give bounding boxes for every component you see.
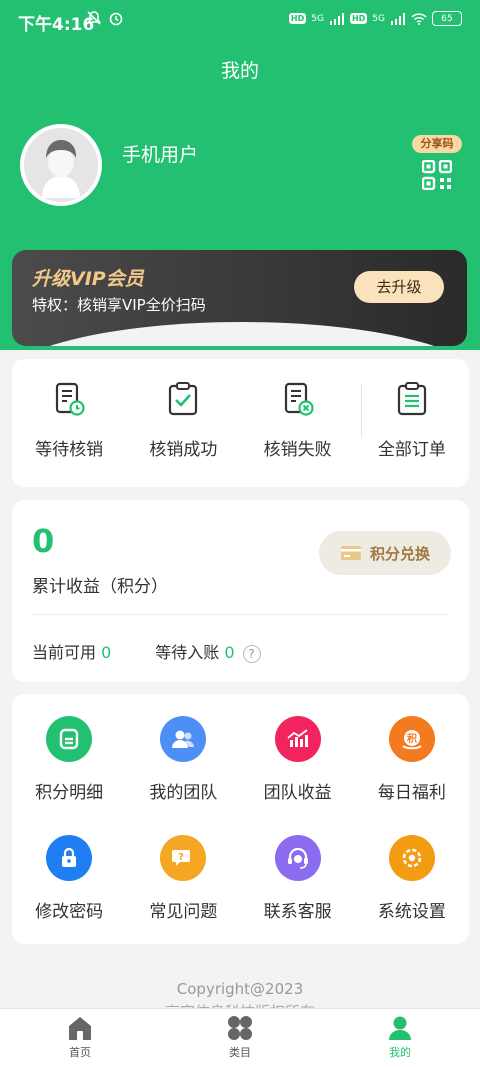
points-exchange-button[interactable]: 积分兑换: [319, 531, 451, 575]
order-all[interactable]: 全部订单: [355, 359, 469, 487]
network-label-2: 5G: [372, 13, 385, 24]
hd-badge-2: HD: [349, 13, 368, 24]
points-card: 0 累计收益（积分） 积分兑换 当前可用 0 等待入账 0?: [12, 500, 469, 682]
svg-text:积: 积: [407, 732, 417, 745]
menu-daily-bonus[interactable]: 积 每日福利: [355, 716, 469, 803]
menu-label: 每日福利: [377, 783, 446, 803]
lock-icon: [46, 835, 93, 881]
svg-text:?: ?: [178, 852, 184, 863]
user-icon: [389, 1016, 411, 1040]
team-income-icon: [274, 716, 321, 762]
verify-success-icon: [169, 382, 198, 416]
verify-failed-icon: [284, 382, 314, 416]
menu-team-income[interactable]: 团队收益: [241, 716, 355, 803]
network-label: 5G: [311, 13, 324, 24]
points-divider: [32, 614, 449, 615]
vip-upgrade-banner[interactable]: 升级VIP会员 特权：核销享VIP全价扫码 去升级: [12, 250, 467, 346]
team-icon: [160, 716, 207, 762]
faq-icon: ?: [160, 835, 207, 881]
order-pending-verify[interactable]: 等待核销: [12, 359, 126, 487]
mute-icon: [86, 11, 102, 25]
menu-my-team[interactable]: 我的团队: [126, 716, 240, 803]
vip-title: 升级VIP会员: [32, 268, 144, 290]
menu-label: 联系客服: [263, 902, 332, 922]
available-points: 当前可用 0: [32, 639, 111, 663]
menu-label: 系统设置: [377, 902, 446, 922]
daily-bonus-icon: 积: [388, 716, 435, 762]
order-label: 核销失败: [263, 440, 332, 460]
upgrade-button[interactable]: 去升级: [354, 271, 444, 303]
order-status-card: 等待核销 核销成功 核销失败 全部订单: [12, 359, 469, 487]
status-time: 下午4:16: [18, 15, 95, 35]
help-icon[interactable]: ?: [242, 645, 261, 663]
username[interactable]: 手机用户: [122, 140, 198, 167]
default-avatar-icon: [24, 128, 98, 202]
bottom-tab-bar: 首页 类目 我的: [0, 1008, 480, 1067]
menu-settings[interactable]: 系统设置: [355, 835, 469, 922]
points-exchange-label: 积分兑换: [369, 544, 430, 563]
pending-value: 0: [224, 643, 235, 662]
signal-icon-2: [391, 12, 405, 25]
points-balance-row: 当前可用 0 等待入账 0?: [32, 639, 261, 663]
pending-verify-icon: [56, 382, 85, 416]
order-verify-failed[interactable]: 核销失败: [241, 359, 355, 487]
settings-icon: [388, 835, 435, 881]
share-code-badge[interactable]: 分享码: [412, 135, 462, 153]
menu-points-detail[interactable]: 积分明细: [12, 716, 126, 803]
total-points-label: 累计收益（积分）: [32, 577, 168, 597]
available-value: 0: [101, 643, 112, 662]
order-label: 核销成功: [149, 440, 218, 460]
menu-customer-service[interactable]: 联系客服: [241, 835, 355, 922]
alarm-icon: [109, 12, 123, 26]
status-bar: 下午4:16 HD 5G HD 5G 65: [0, 0, 480, 42]
battery-indicator: 65: [432, 11, 462, 26]
vip-description: 特权：核销享VIP全价扫码: [32, 296, 206, 314]
tab-label: 类目: [229, 1046, 251, 1059]
tab-label: 首页: [69, 1046, 91, 1059]
pending-points: 等待入账 0?: [155, 639, 261, 663]
qr-code-icon[interactable]: [422, 160, 452, 190]
menu-change-password[interactable]: 修改密码: [12, 835, 126, 922]
tab-home[interactable]: 首页: [0, 1009, 160, 1067]
order-verify-success[interactable]: 核销成功: [126, 359, 240, 487]
signal-icon: [329, 12, 344, 25]
status-right: HD 5G HD 5G 65: [288, 11, 462, 26]
tab-category[interactable]: 类目: [160, 1009, 320, 1067]
tab-label: 我的: [389, 1046, 411, 1059]
wifi-icon: [411, 12, 427, 25]
order-label: 全部订单: [377, 440, 446, 460]
status-icons: [86, 10, 124, 26]
menu-label: 我的团队: [149, 783, 218, 803]
points-detail-icon: [46, 716, 93, 762]
menu-label: 修改密码: [35, 902, 104, 922]
tab-me[interactable]: 我的: [320, 1009, 480, 1067]
total-points-value: 0: [32, 522, 55, 560]
card-icon: [340, 546, 361, 560]
feature-menu-card: 积分明细 我的团队 团队收益 积 每日福利 修改密码 ? 常见问题 联系客服 系…: [12, 694, 469, 944]
pending-label: 等待入账: [155, 643, 220, 662]
hd-badge: HD: [288, 13, 307, 24]
available-label: 当前可用: [32, 643, 97, 662]
customer-service-icon: [274, 835, 321, 881]
page-title: 我的: [220, 60, 259, 82]
order-label: 等待核销: [35, 440, 104, 460]
feature-grid: 积分明细 我的团队 团队收益 积 每日福利 修改密码 ? 常见问题 联系客服 系…: [12, 694, 469, 922]
menu-label: 团队收益: [263, 783, 332, 803]
home-icon: [69, 1017, 91, 1040]
copyright-text: Copyright@2023: [176, 980, 304, 998]
avatar[interactable]: [20, 124, 102, 206]
menu-label: 积分明细: [35, 783, 104, 803]
vip-banner-curve: [12, 322, 467, 346]
category-icon: [228, 1016, 252, 1040]
all-orders-icon: [397, 382, 426, 416]
menu-label: 常见问题: [149, 902, 218, 922]
menu-faq[interactable]: ? 常见问题: [126, 835, 240, 922]
